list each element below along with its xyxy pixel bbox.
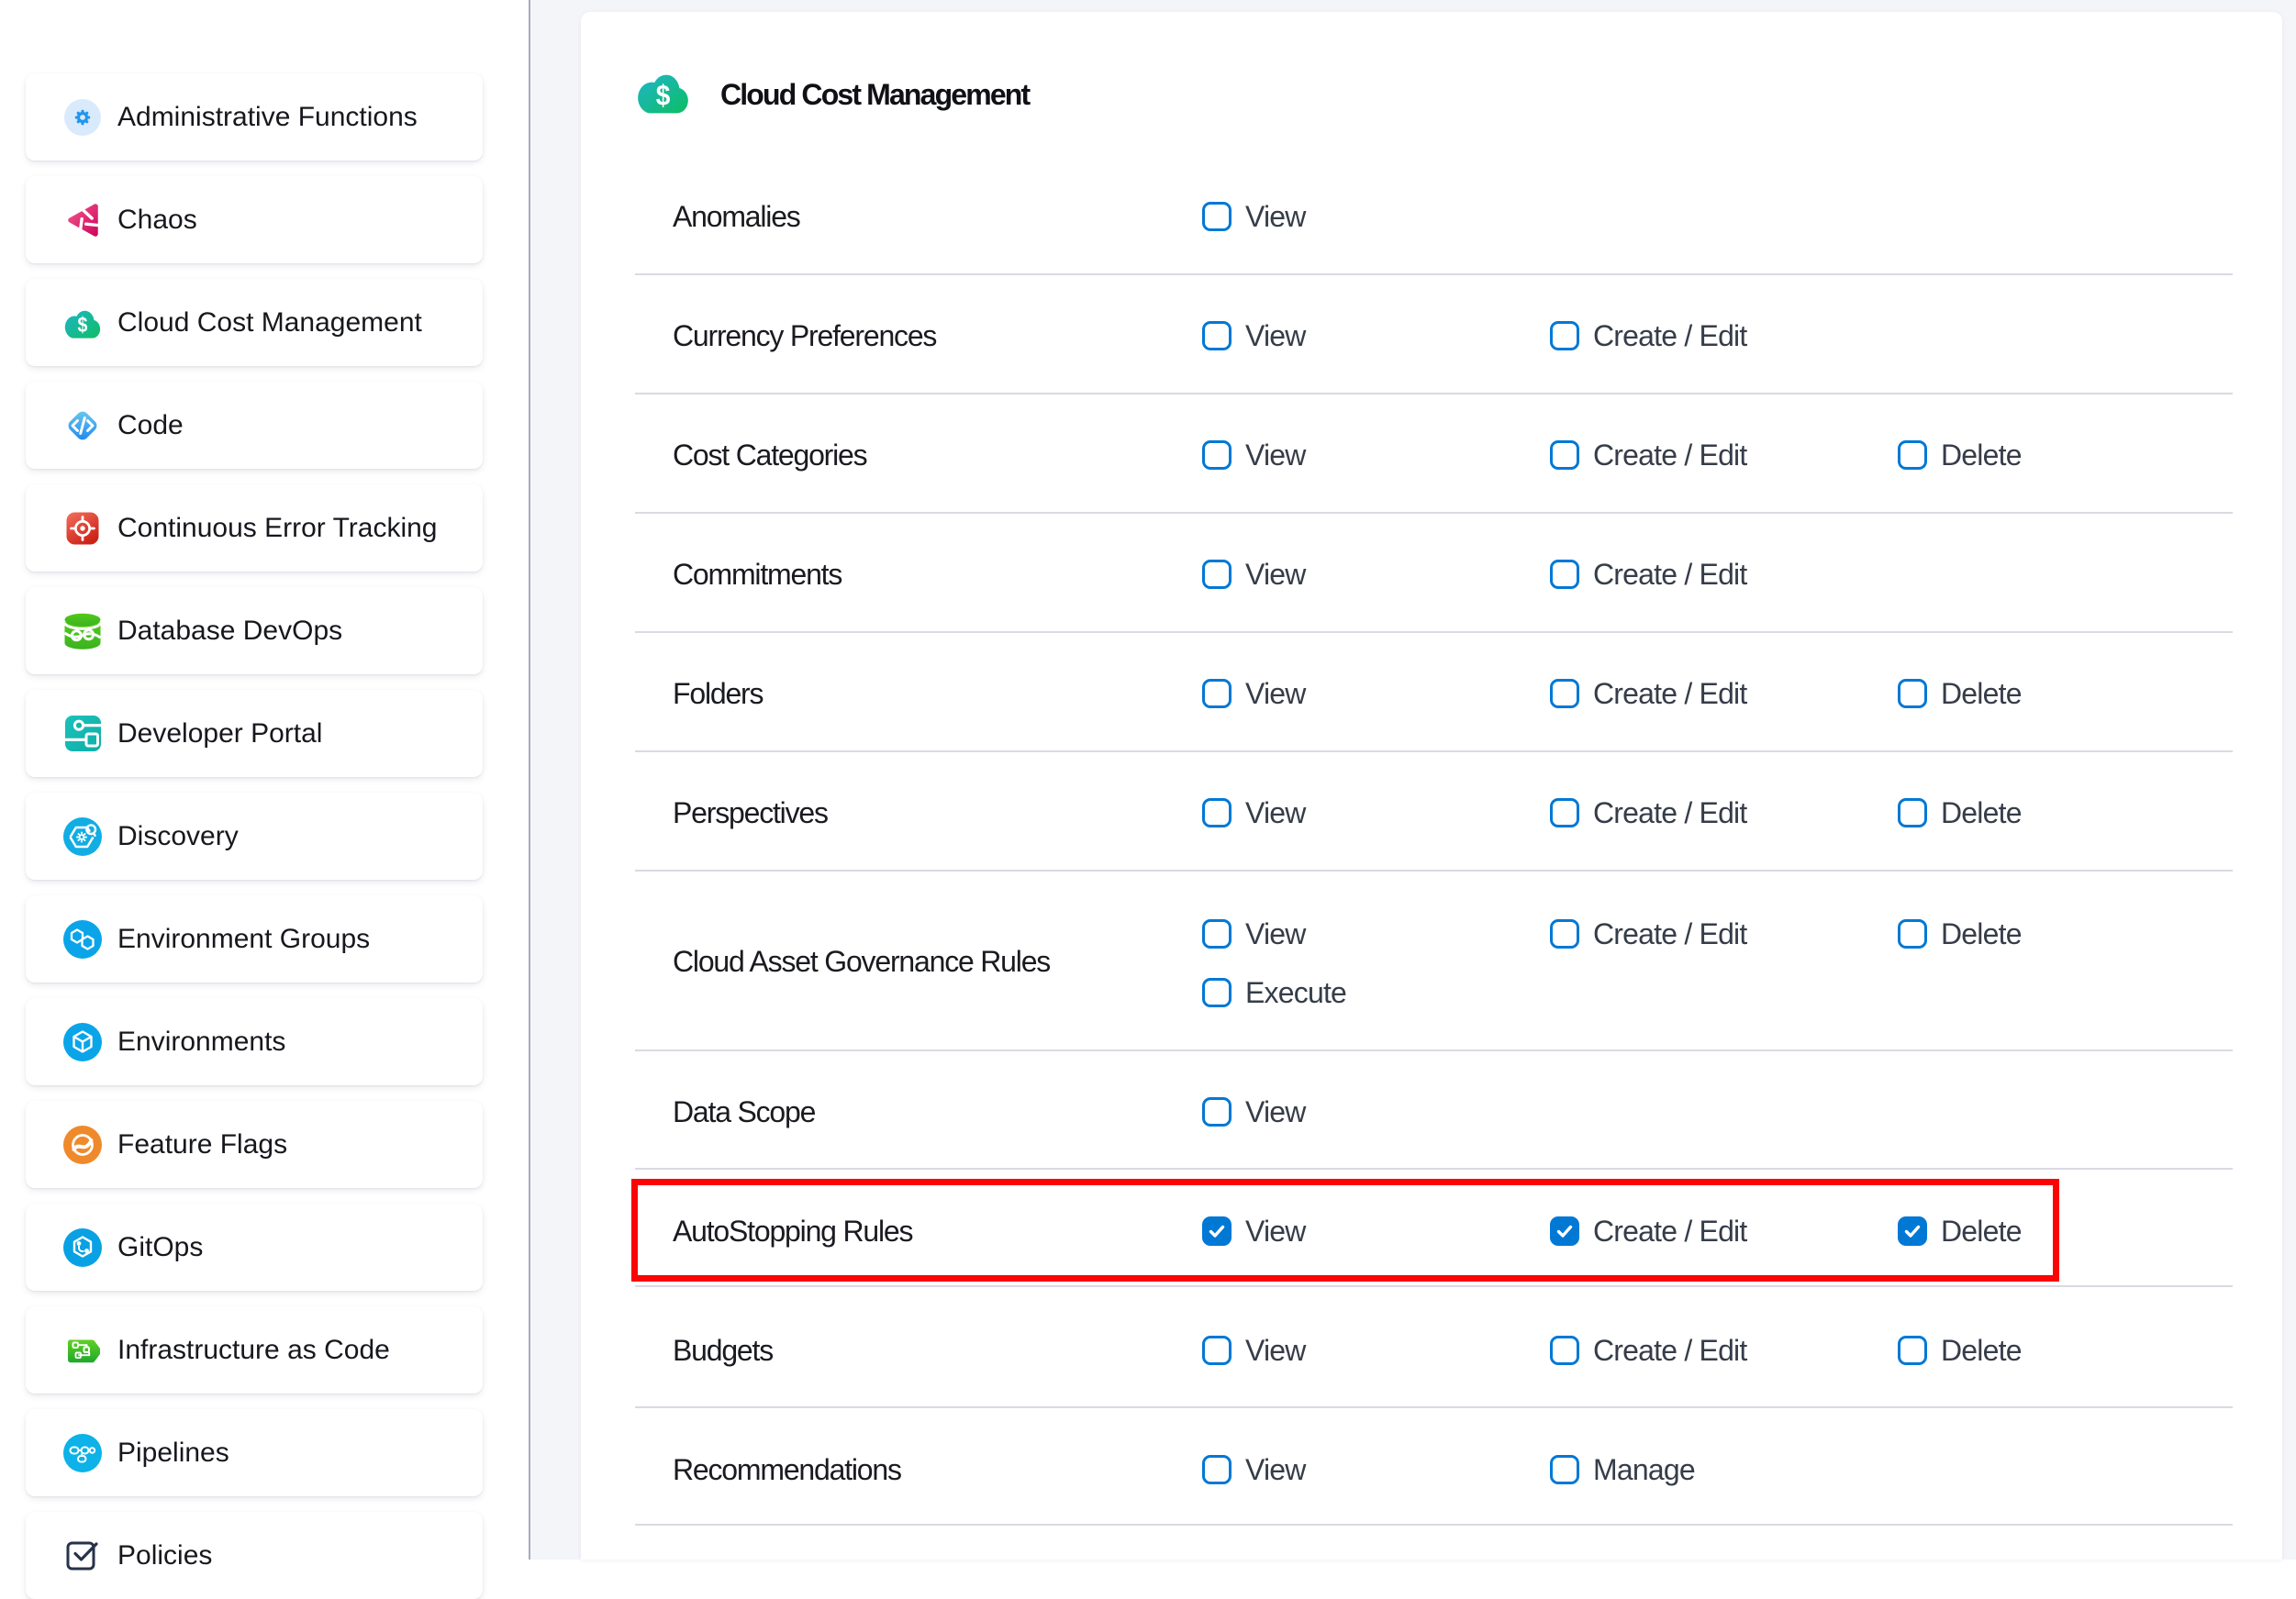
svg-text:$: $	[656, 80, 671, 112]
svg-text:$: $	[78, 314, 88, 338]
